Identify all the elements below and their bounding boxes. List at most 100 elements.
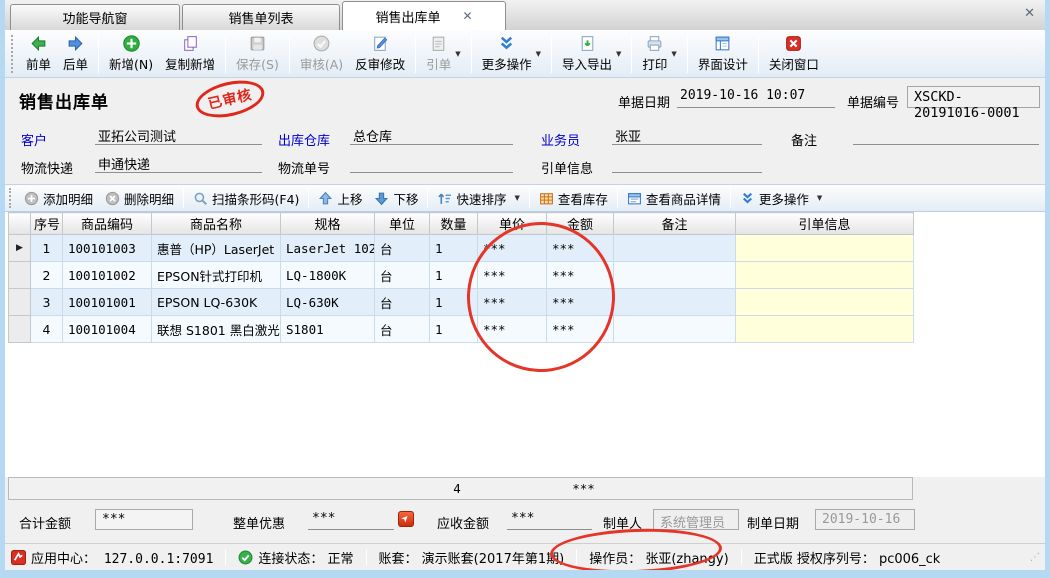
copy-add-button[interactable]: 复制新增 bbox=[159, 32, 221, 75]
move-down-button[interactable]: 下移 bbox=[368, 187, 424, 210]
dropdown-caret-icon: ▼ bbox=[671, 50, 676, 58]
status-separator bbox=[225, 549, 226, 565]
print-button[interactable]: 打印 ▼ bbox=[636, 32, 682, 75]
discount-edit-button[interactable]: ➤ bbox=[398, 511, 414, 527]
items-grid-area: 序号 商品编码 商品名称 规格 单位 数量 单价 金额 备注 引单信息 ▶ 1 … bbox=[5, 212, 1045, 477]
table-row[interactable]: 3 100101001 EPSON LQ-630K LQ-630K 台 1 **… bbox=[9, 289, 914, 316]
dropdown-caret-icon: ▼ bbox=[817, 194, 822, 202]
prev-doc-button[interactable]: 前单 bbox=[20, 32, 57, 75]
detail-separator bbox=[617, 188, 618, 208]
doc-number-field[interactable]: XSCKD-20191016-0001 bbox=[907, 86, 1040, 108]
close-window-label: 关闭窗口 bbox=[769, 54, 819, 73]
dropdown-caret-icon: ▼ bbox=[616, 50, 621, 58]
row-marker-icon: ▶ bbox=[9, 235, 31, 262]
move-up-button[interactable]: 上移 bbox=[312, 187, 368, 210]
salesman-label: 业务员 bbox=[541, 130, 580, 149]
tab-nav-window[interactable]: 功能导航窗 bbox=[10, 4, 180, 30]
toolbar-grip[interactable] bbox=[11, 35, 17, 73]
ui-design-button[interactable]: 界面设计 bbox=[692, 32, 754, 75]
view-product-detail-button[interactable]: 查看商品详情 bbox=[621, 187, 727, 210]
detail-separator bbox=[529, 188, 530, 208]
save-icon bbox=[248, 34, 267, 53]
audit-button[interactable]: 审核(A) bbox=[294, 32, 349, 75]
col-ref-info[interactable]: 引单信息 bbox=[736, 213, 914, 235]
detail-separator bbox=[183, 188, 184, 208]
save-button[interactable]: 保存(S) bbox=[230, 32, 285, 75]
creator-field: 系统管理员 bbox=[653, 509, 739, 530]
tab-sales-list[interactable]: 销售单列表 bbox=[182, 4, 340, 30]
add-row-button[interactable]: 添加明细 bbox=[18, 187, 99, 210]
connection-ok-icon bbox=[238, 550, 253, 565]
print-label: 打印 bbox=[642, 54, 667, 73]
table-header-row: 序号 商品编码 商品名称 规格 单位 数量 单价 金额 备注 引单信息 bbox=[9, 213, 914, 235]
window-close-icon[interactable]: ✕ bbox=[1024, 6, 1035, 21]
customer-field[interactable]: 亚拓公司测试 bbox=[95, 126, 262, 145]
license-text: 正式版 授权序列号： pc006_ck bbox=[754, 548, 941, 567]
tracking-field[interactable] bbox=[350, 154, 513, 173]
dropdown-caret-icon: ▼ bbox=[455, 50, 460, 58]
prev-doc-label: 前单 bbox=[26, 54, 51, 73]
total-amount-label: 合计金额 bbox=[19, 513, 71, 532]
more-actions-button[interactable]: 更多操作 ▼ bbox=[476, 32, 547, 75]
add-icon bbox=[122, 34, 141, 53]
stock-grid-icon bbox=[539, 191, 554, 206]
import-export-button[interactable]: 导入导出 ▼ bbox=[556, 32, 627, 75]
save-label: 保存(S) bbox=[236, 54, 279, 73]
table-row[interactable]: 4 100101004 联想 S1801 黑白激光 S1801 台 1 *** … bbox=[9, 316, 914, 343]
table-row[interactable]: ▶ 1 100101003 惠普（HP）LaserJet LaserJet 10… bbox=[9, 235, 914, 262]
table-row[interactable]: 2 100101002 EPSON针式打印机 LQ-1800K 台 1 *** … bbox=[9, 262, 914, 289]
toolbar-separator bbox=[471, 35, 472, 73]
col-price[interactable]: 单价 bbox=[478, 213, 547, 235]
quick-sort-label: 快速排序 bbox=[456, 189, 506, 208]
detail-toolbar: 添加明细 删除明细 扫描条形码(F4) 上移 下移 快速排序 ▼ 查看库存 bbox=[5, 184, 1045, 212]
scan-barcode-label: 扫描条形码(F4) bbox=[212, 189, 299, 208]
next-doc-button[interactable]: 后单 bbox=[57, 32, 94, 75]
ref-doc-button[interactable]: 引单 ▼ bbox=[420, 32, 466, 75]
ref-info-field[interactable] bbox=[612, 154, 762, 173]
form-fields: 客户 亚拓公司测试 出库仓库 总仓库 业务员 张亚 备注 物流快递 申通快递 物… bbox=[5, 122, 1045, 184]
create-date-label: 制单日期 bbox=[747, 513, 799, 532]
qty-total: 4 bbox=[433, 481, 481, 496]
create-date-field: 2019-10-16 bbox=[815, 509, 915, 530]
unaudit-button[interactable]: 反审修改 bbox=[349, 32, 411, 75]
view-stock-button[interactable]: 查看库存 bbox=[533, 187, 614, 210]
doc-date-field[interactable]: 2019-10-16 10:07 bbox=[677, 88, 835, 108]
quick-sort-button[interactable]: 快速排序 ▼ bbox=[431, 187, 525, 210]
receivable-field[interactable]: *** bbox=[507, 511, 592, 530]
col-product-name[interactable]: 商品名称 bbox=[152, 213, 281, 235]
status-separator bbox=[741, 549, 742, 565]
main-toolbar: 前单 后单 新增(N) 复制新增 保存(S) 审核(A) 反审修改 引单 bbox=[5, 30, 1045, 78]
col-remark[interactable]: 备注 bbox=[614, 213, 736, 235]
delete-row-button[interactable]: 删除明细 bbox=[99, 187, 180, 210]
col-spec[interactable]: 规格 bbox=[281, 213, 375, 235]
resize-grip-icon[interactable]: ⋰ bbox=[1030, 552, 1041, 563]
close-window-button[interactable]: 关闭窗口 bbox=[763, 32, 825, 75]
remark-field[interactable] bbox=[853, 126, 1039, 145]
add-new-button[interactable]: 新增(N) bbox=[103, 32, 159, 75]
customer-label: 客户 bbox=[21, 130, 47, 149]
copy-add-label: 复制新增 bbox=[165, 54, 215, 73]
document-header: 销售出库单 已审核 单据日期 2019-10-16 10:07 单据编号 XSC… bbox=[5, 80, 1045, 122]
status-separator bbox=[366, 549, 367, 565]
import-export-icon bbox=[578, 34, 597, 53]
salesman-field[interactable]: 张亚 bbox=[612, 126, 762, 145]
add-new-label: 新增(N) bbox=[109, 54, 153, 73]
scan-barcode-button[interactable]: 扫描条形码(F4) bbox=[187, 187, 305, 210]
col-product-code[interactable]: 商品编码 bbox=[63, 213, 152, 235]
product-detail-icon bbox=[627, 191, 642, 206]
warehouse-field[interactable]: 总仓库 bbox=[350, 126, 513, 145]
detail-separator bbox=[427, 188, 428, 208]
discount-edit-icon: ➤ bbox=[400, 513, 412, 525]
warehouse-label: 出库仓库 bbox=[278, 130, 330, 149]
col-unit[interactable]: 单位 bbox=[375, 213, 430, 235]
logistics-field[interactable]: 申通快递 bbox=[95, 154, 262, 173]
col-amount[interactable]: 金额 bbox=[547, 213, 614, 235]
detail-more-actions-button[interactable]: 更多操作 ▼ bbox=[734, 187, 828, 210]
discount-field[interactable]: *** bbox=[308, 511, 394, 530]
col-qty[interactable]: 数量 bbox=[430, 213, 478, 235]
detail-toolbar-grip[interactable] bbox=[9, 188, 15, 208]
ref-doc-label: 引单 bbox=[426, 54, 451, 73]
tab-close-icon[interactable]: ✕ bbox=[462, 9, 472, 23]
tab-sales-outbound[interactable]: 销售出库单 ✕ bbox=[342, 1, 506, 30]
col-seq[interactable]: 序号 bbox=[31, 213, 63, 235]
